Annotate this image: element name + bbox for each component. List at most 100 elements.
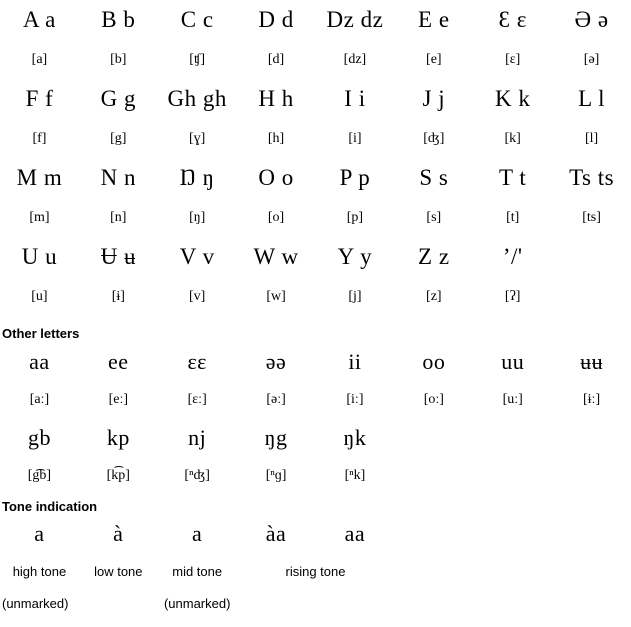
alphabet-letter-cell: U u — [21, 244, 58, 269]
other-letters-ipa-cell: [aː] — [29, 391, 50, 407]
alphabet-letter-cell: L l — [578, 86, 605, 111]
alphabet-letter-cell: Ʉ ʉ — [100, 244, 136, 269]
alphabet-letter-cell: A a — [23, 7, 56, 32]
alphabet-ipa-cell: [ʤ] — [423, 130, 445, 146]
alphabet-letter-cell: Ɛ ɛ — [498, 7, 527, 32]
alphabet-ipa-cell: [ɨ] — [111, 288, 125, 304]
alphabet-ipa-cell: [o] — [267, 209, 285, 225]
tone-label-cell: high tone — [12, 563, 67, 579]
alphabet-letter-cell: B b — [101, 7, 136, 32]
other-letters-cell: aa — [29, 348, 50, 374]
other-letters-cell: ʉʉ — [580, 348, 604, 374]
tone-label-cell — [394, 554, 473, 589]
tone-label-cell — [473, 554, 552, 589]
alphabet-letter-cell: V v — [179, 244, 215, 269]
other-letters-cell: ŋk — [343, 424, 367, 450]
alphabet-ipa-cell: [d] — [267, 51, 285, 67]
alphabet-ipa-cell: [l] — [584, 130, 599, 146]
alphabet-letter-cell: Dz dz — [326, 7, 384, 32]
alphabet-letter-cell: Ə ə — [574, 7, 609, 32]
other-letters-ipa-cell: [k͡p] — [106, 467, 130, 483]
other-letters-letter-row: gb kp nj ŋg ŋk — [0, 417, 631, 458]
alphabet-ipa-cell: [f] — [32, 130, 47, 146]
alphabet-letter-cell: Ts ts — [569, 165, 615, 190]
alphabet-ipa-row: [u] [ɨ] [v] [w] [j] [z] [ʔ] — [0, 277, 631, 316]
alphabet-letter-cell: Ŋ ŋ — [179, 165, 215, 190]
alphabet-letter-cell: W w — [253, 244, 299, 269]
alphabet-ipa-cell: [w] — [266, 288, 286, 304]
other-letters-ipa-cell — [552, 458, 631, 493]
alphabet-ipa-cell: [z] — [426, 288, 442, 304]
alphabet-ipa-row: [m] [n] [ŋ] [o] [p] [s] [t] [ts] — [0, 198, 631, 237]
alphabet-ipa-cell: [g] — [110, 130, 127, 146]
tone-sublabel-cell — [316, 589, 395, 619]
other-letters-cell: ee — [108, 348, 129, 374]
tone-letter-cell — [473, 514, 552, 554]
tone-indication-heading: Tone indication — [2, 499, 98, 514]
other-letters-ipa-cell: [ⁿk] — [344, 467, 366, 483]
tone-letter-cell: a — [192, 521, 203, 546]
other-letters-cell: gb — [27, 424, 51, 450]
other-letters-ipa-cell: [uː] — [502, 391, 523, 407]
alphabet-letter-cell: J j — [422, 86, 446, 111]
alphabet-letter-cell: E e — [418, 7, 450, 32]
alphabet-letter-cell: ’/' — [502, 244, 523, 269]
alphabet-ipa-cell: [s] — [426, 209, 442, 225]
alphabet-ipa-cell — [552, 277, 631, 316]
alphabet-letter-cell: M m — [16, 165, 63, 190]
other-letters-cell — [552, 417, 631, 458]
other-letters-cell: ŋg — [264, 424, 288, 450]
other-letters-ipa-cell: [g͡b] — [27, 467, 52, 483]
alphabet-table: A a B b C c D d Dz dz E e Ɛ ɛ Ə ə [a] [b… — [0, 0, 631, 316]
other-letters-cell: kp — [106, 424, 130, 450]
tone-letter-cell: àa — [265, 521, 287, 546]
alphabet-ipa-cell: [j] — [348, 288, 362, 304]
alphabet-letter-cell: G g — [100, 86, 136, 111]
other-letters-cell: əə — [265, 348, 287, 374]
alphabet-letter-cell: K k — [495, 86, 531, 111]
alphabet-chart-page: A a B b C c D d Dz dz E e Ɛ ɛ Ə ə [a] [b… — [0, 0, 631, 619]
other-letters-ipa-row: [aː] [eː] [ɛː] [əː] [iː] [oː] [uː] [ɨː] — [0, 382, 631, 417]
alphabet-letter-cell: H h — [258, 86, 294, 111]
alphabet-letter-cell — [552, 237, 631, 277]
tone-sublabel-cell — [552, 589, 631, 619]
alphabet-ipa-cell: [v] — [189, 288, 206, 304]
other-letters-ipa-cell: [əː] — [266, 391, 286, 407]
other-letters-ipa-cell: [ⁿɡ] — [265, 467, 287, 483]
other-letters-ipa-cell: [oː] — [423, 391, 444, 407]
alphabet-ipa-cell: [t] — [506, 209, 520, 225]
other-letters-ipa-cell: [ⁿʤ] — [184, 467, 210, 483]
alphabet-ipa-cell: [ts] — [582, 209, 601, 225]
tone-letter-row: a à a àa aa — [0, 514, 631, 554]
other-letters-cell — [473, 417, 552, 458]
alphabet-ipa-cell: [p] — [346, 209, 364, 225]
tone-sublabel-cell: (unmarked) — [2, 596, 69, 611]
alphabet-letter-row: F f G g Gh gh H h I i J j K k L l — [0, 79, 631, 119]
tone-letter-cell: à — [113, 521, 124, 546]
tone-letter-cell: aa — [344, 521, 366, 546]
other-letters-ipa-cell — [473, 458, 552, 493]
alphabet-ipa-cell: [k] — [504, 130, 521, 146]
alphabet-letter-cell: D d — [258, 7, 294, 32]
other-letters-cell: ɛɛ — [187, 348, 207, 374]
other-letters-ipa-cell — [394, 458, 473, 493]
alphabet-letter-cell: Z z — [418, 244, 450, 269]
alphabet-ipa-cell: [ɛ] — [505, 51, 521, 67]
alphabet-ipa-cell: [e] — [426, 51, 442, 67]
alphabet-ipa-cell: [ə] — [583, 51, 600, 67]
tone-label-cell: low tone — [94, 563, 143, 579]
alphabet-ipa-cell: [b] — [110, 51, 127, 67]
alphabet-ipa-cell: [m] — [29, 209, 50, 225]
alphabet-ipa-cell: [ŋ] — [189, 209, 206, 225]
tone-sublabel-cell — [394, 589, 473, 619]
tone-label-cell: mid tone — [172, 563, 223, 579]
tone-letter-cell — [394, 514, 473, 554]
alphabet-ipa-cell: [u] — [31, 288, 48, 304]
other-letters-heading: Other letters — [2, 326, 80, 341]
alphabet-letter-cell: O o — [258, 165, 294, 190]
tone-label-cell: rising tone — [285, 563, 346, 579]
tone-letter-cell — [552, 514, 631, 554]
tone-label-cell — [552, 554, 631, 589]
alphabet-letter-cell: Y y — [337, 244, 373, 269]
